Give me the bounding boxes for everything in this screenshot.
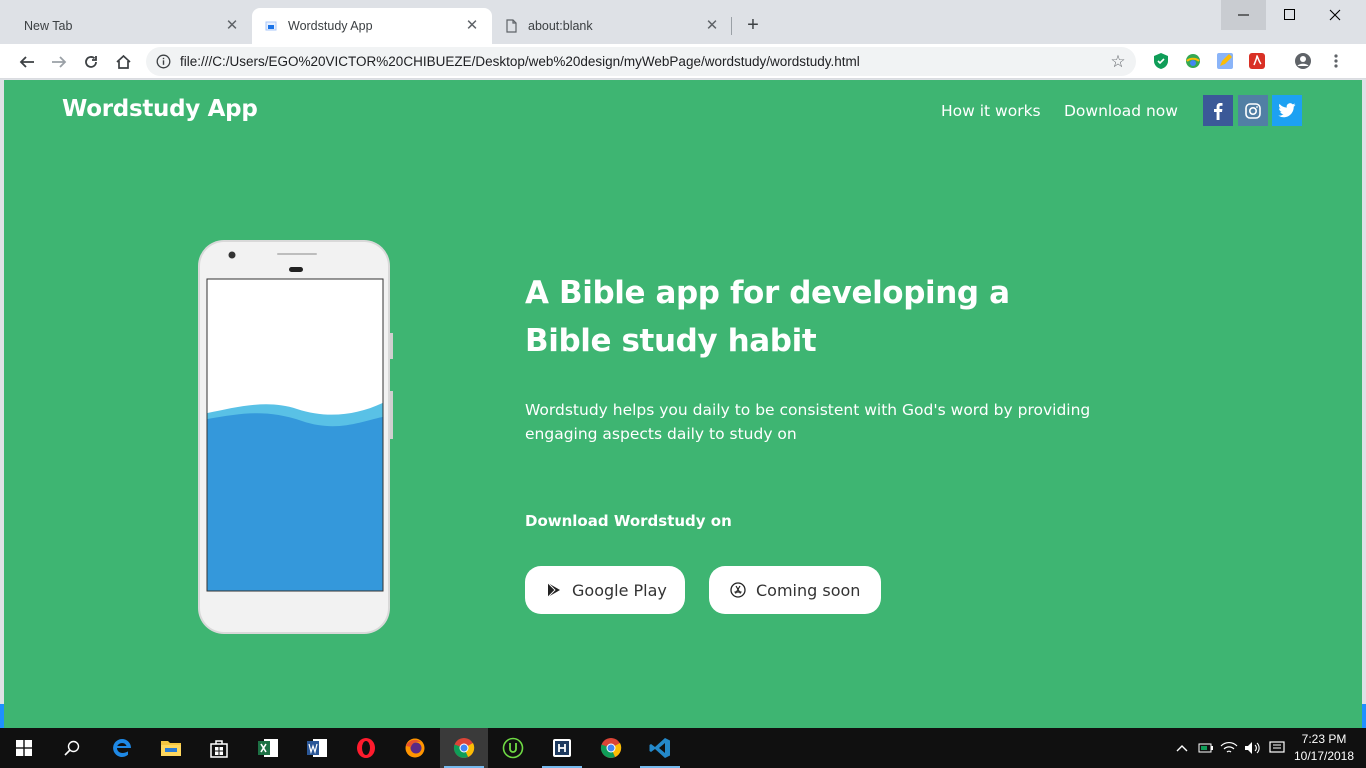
nav-link-download-now[interactable]: Download now — [1064, 102, 1178, 120]
google-play-button[interactable]: Google Play — [525, 566, 685, 614]
tab-title: Wordstudy App — [288, 19, 373, 33]
address-bar[interactable]: file:///C:/Users/EGO%20VICTOR%20CHIBUEZE… — [146, 47, 1136, 76]
pdf-extension-icon[interactable] — [1248, 52, 1266, 70]
clock-time: 7:23 PM — [1301, 732, 1347, 746]
download-label: Download Wordstudy on — [525, 512, 732, 530]
hero-headline-line2: Bible study habit — [525, 323, 817, 359]
app-store-icon — [729, 581, 747, 599]
toolbox-app-icon[interactable] — [538, 728, 586, 768]
hero-subtitle: Wordstudy helps you daily to be consiste… — [525, 401, 1091, 443]
volume-icon[interactable] — [1242, 728, 1264, 768]
windows-taskbar: 7:23 PM 10/17/2018 — [0, 728, 1366, 768]
home-icon[interactable] — [110, 49, 136, 75]
phone-mockup-image — [197, 239, 393, 635]
nav-link-how-it-works[interactable]: How it works — [941, 102, 1041, 120]
windows-start-icon[interactable] — [0, 728, 48, 768]
store-bag-icon[interactable] — [195, 728, 243, 768]
shield-extension-icon[interactable] — [1152, 52, 1170, 70]
close-tab-icon[interactable]: ✕ — [464, 18, 480, 34]
coming-soon-button[interactable]: Coming soon — [709, 566, 881, 614]
desktop-edge — [1362, 704, 1366, 728]
notification-icon[interactable] — [1266, 728, 1288, 768]
coming-soon-label: Coming soon — [756, 580, 861, 600]
browser-menu-icon[interactable] — [1330, 52, 1342, 70]
hero-headline-line1: A Bible app for developing a — [525, 275, 1010, 311]
file-explorer-icon[interactable] — [147, 728, 195, 768]
browser-tab-strip: New Tab ✕ Wordstudy App ✕ about:blank ✕ … — [0, 0, 1366, 44]
maximize-window-icon[interactable] — [1267, 0, 1312, 30]
tab-about-blank[interactable]: about:blank ✕ — [492, 8, 732, 44]
minimize-window-icon[interactable] — [1221, 0, 1266, 30]
instagram-icon[interactable] — [1238, 95, 1268, 126]
site-brand[interactable]: Wordstudy App — [62, 96, 258, 122]
twitter-icon[interactable] — [1272, 95, 1302, 126]
window-border-right — [1362, 80, 1366, 728]
close-tab-icon[interactable]: ✕ — [224, 18, 240, 34]
profile-avatar-icon[interactable] — [1294, 52, 1312, 70]
opera-icon[interactable] — [342, 728, 390, 768]
play-store-icon — [545, 581, 563, 599]
close-tab-icon[interactable]: ✕ — [704, 18, 720, 34]
bookmark-star-icon[interactable]: ☆ — [1109, 52, 1127, 71]
tab-title: New Tab — [24, 19, 73, 33]
tab-title: about:blank — [528, 19, 593, 33]
edge-browser-icon[interactable] — [98, 728, 146, 768]
tab-wordstudy-app[interactable]: Wordstudy App ✕ — [252, 8, 492, 44]
hero-headline: A Bible app for developing a Bible study… — [525, 269, 1085, 365]
back-arrow-icon[interactable] — [14, 49, 40, 75]
browser-toolbar: file:///C:/Users/EGO%20VICTOR%20CHIBUEZE… — [0, 44, 1366, 79]
system-clock[interactable]: 7:23 PM 10/17/2018 — [1290, 731, 1358, 765]
site-info-icon[interactable] — [155, 54, 171, 70]
chrome-active-icon[interactable] — [440, 728, 488, 768]
forward-arrow-icon[interactable] — [46, 49, 72, 75]
close-window-icon[interactable] — [1312, 0, 1357, 30]
chevron-up-icon[interactable] — [1172, 728, 1192, 768]
vscode-icon[interactable] — [636, 728, 684, 768]
battery-icon[interactable] — [1196, 728, 1216, 768]
wifi-icon[interactable] — [1218, 728, 1240, 768]
tab-new-tab[interactable]: New Tab ✕ — [12, 8, 252, 44]
clock-date: 10/17/2018 — [1293, 749, 1355, 763]
firefox-icon[interactable] — [391, 728, 439, 768]
page-favicon-icon — [264, 19, 278, 33]
globe-extension-icon[interactable] — [1184, 52, 1202, 70]
document-icon — [504, 19, 518, 33]
new-tab-plus-icon[interactable]: + — [741, 13, 765, 37]
page-viewport: Wordstudy App How it works Download now … — [4, 80, 1362, 728]
facebook-icon[interactable] — [1203, 95, 1233, 126]
chrome-icon[interactable] — [587, 728, 635, 768]
word-icon[interactable] — [293, 728, 341, 768]
upwork-icon[interactable] — [489, 728, 537, 768]
pencil-extension-icon[interactable] — [1216, 52, 1234, 70]
google-play-label: Google Play — [572, 580, 667, 600]
search-icon[interactable] — [48, 728, 96, 768]
tab-divider — [731, 17, 732, 35]
address-url: file:///C:/Users/EGO%20VICTOR%20CHIBUEZE… — [180, 54, 860, 69]
reload-icon[interactable] — [78, 49, 104, 75]
excel-icon[interactable] — [244, 728, 292, 768]
